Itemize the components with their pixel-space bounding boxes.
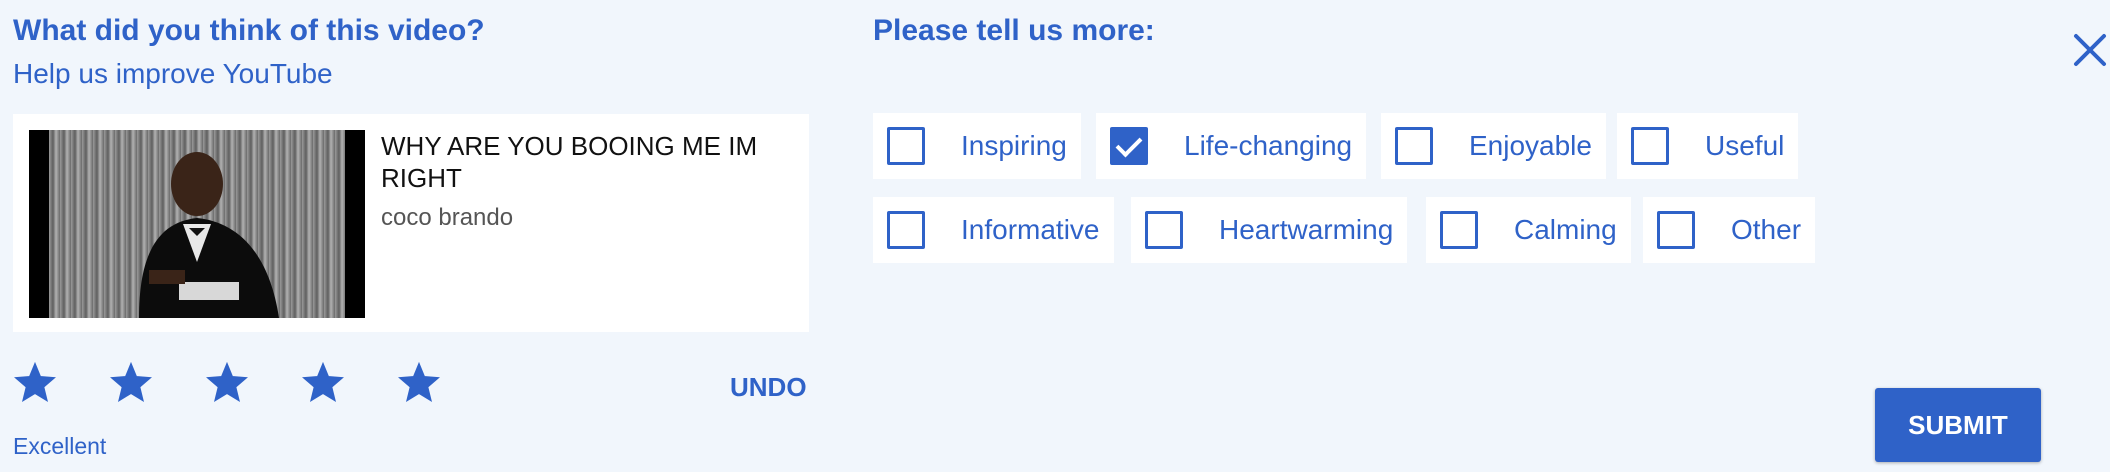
video-channel: coco brando xyxy=(381,204,514,231)
option-enjoyable[interactable]: Enjoyable xyxy=(1381,113,1606,179)
video-title: WHY ARE YOU BOOING ME IM RIGHT xyxy=(381,131,758,193)
checkbox-icon[interactable] xyxy=(887,127,925,165)
checkbox-icon[interactable] xyxy=(1631,127,1669,165)
option-inspiring[interactable]: Inspiring xyxy=(873,113,1081,179)
star-icon[interactable] xyxy=(206,362,248,404)
option-label: Useful xyxy=(1705,130,1785,161)
option-label: Enjoyable xyxy=(1469,130,1592,161)
checkbox-icon[interactable] xyxy=(887,211,925,249)
star-icon[interactable] xyxy=(398,362,440,404)
option-other[interactable]: Other xyxy=(1643,197,1816,263)
undo-button[interactable]: UNDO xyxy=(730,372,807,403)
submit-button[interactable]: SUBMIT xyxy=(1875,388,2041,462)
option-label: Other xyxy=(1731,214,1802,245)
checkbox-icon[interactable] xyxy=(1440,211,1478,249)
feedback-subtitle: Help us improve YouTube xyxy=(13,58,333,89)
checkbox-icon[interactable] xyxy=(1395,127,1433,165)
option-label: Calming xyxy=(1514,214,1617,245)
video-card: WHY ARE YOU BOOING ME IM RIGHT coco bran… xyxy=(13,114,809,332)
option-label: Informative xyxy=(961,214,1100,245)
option-label: Life-changing xyxy=(1184,130,1353,161)
option-useful[interactable]: Useful xyxy=(1617,113,1799,179)
option-label: Inspiring xyxy=(961,130,1067,161)
person-image xyxy=(139,152,279,318)
close-icon[interactable] xyxy=(2070,30,2110,70)
rating-label: Excellent xyxy=(13,433,107,459)
option-heartwarming[interactable]: Heartwarming xyxy=(1131,197,1408,263)
options-title: Please tell us more: xyxy=(873,14,1155,47)
star-icon[interactable] xyxy=(110,362,152,404)
star-icon[interactable] xyxy=(302,362,344,404)
checkbox-icon[interactable] xyxy=(1657,211,1695,249)
option-label: Heartwarming xyxy=(1219,214,1394,245)
checkbox-icon[interactable] xyxy=(1110,127,1148,165)
option-life-changing[interactable]: Life-changing xyxy=(1096,113,1367,179)
option-informative[interactable]: Informative xyxy=(873,197,1114,263)
checkbox-icon[interactable] xyxy=(1145,211,1183,249)
video-thumbnail xyxy=(29,130,365,318)
feedback-title: What did you think of this video? xyxy=(13,14,485,47)
option-calming[interactable]: Calming xyxy=(1426,197,1631,263)
star-icon[interactable] xyxy=(14,362,56,404)
